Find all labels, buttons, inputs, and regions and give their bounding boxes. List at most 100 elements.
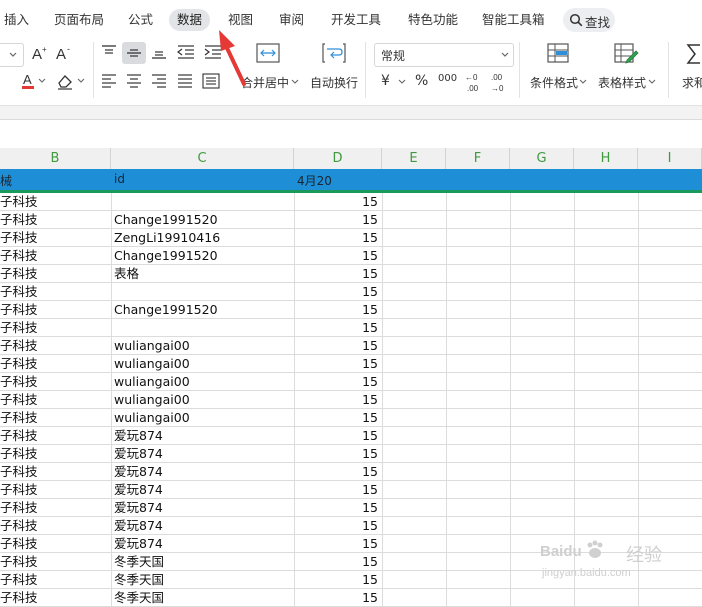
cell-d[interactable]: 15 (294, 265, 378, 282)
cell-d[interactable]: 15 (294, 337, 378, 354)
cell-d[interactable]: 15 (294, 499, 378, 516)
cell-d[interactable]: 15 (294, 481, 378, 498)
cell-d[interactable]: 15 (294, 301, 378, 318)
justify-icon[interactable] (176, 73, 194, 89)
cell-c[interactable]: wuliangai00 (114, 391, 292, 408)
decrease-font-icon[interactable]: A - (55, 44, 73, 62)
sum-icon[interactable] (686, 42, 702, 66)
cell-c[interactable]: Change1991520 (114, 211, 292, 228)
cell-c[interactable]: 冬季天国 (114, 589, 292, 606)
table-style-label[interactable]: 表格样式 (598, 74, 646, 91)
thousands-button[interactable]: 000 (438, 73, 457, 84)
header-cell-c[interactable]: id (114, 172, 125, 186)
cell-c[interactable] (114, 193, 292, 210)
cell-b[interactable]: 子科技 (0, 427, 108, 444)
conditional-format-icon[interactable] (546, 42, 570, 64)
cell-b[interactable]: 子科技 (0, 193, 108, 210)
cell-d[interactable]: 15 (294, 535, 378, 552)
cell-d[interactable]: 15 (294, 391, 378, 408)
cell-d[interactable]: 15 (294, 193, 378, 210)
currency-button[interactable]: ¥ (381, 73, 390, 89)
cell-b[interactable]: 子科技 (0, 355, 108, 372)
cell-c[interactable]: wuliangai00 (114, 355, 292, 372)
column-header-b[interactable]: B (0, 148, 111, 169)
cell-b[interactable]: 子科技 (0, 571, 108, 588)
align-left-icon[interactable] (100, 73, 118, 89)
cell-d[interactable]: 15 (294, 211, 378, 228)
header-cell-b[interactable]: 械 (0, 172, 12, 189)
cell-b[interactable]: 子科技 (0, 589, 108, 606)
tab-developer[interactable]: 开发工具 (331, 9, 381, 31)
cell-b[interactable]: 子科技 (0, 229, 108, 246)
header-cell-d[interactable]: 4月20 (297, 172, 332, 189)
tab-review[interactable]: 审阅 (279, 9, 304, 31)
cell-c[interactable]: 表格 (114, 265, 292, 282)
cell-b[interactable]: 子科技 (0, 535, 108, 552)
wrap-text-icon[interactable] (321, 42, 347, 64)
cell-d[interactable]: 15 (294, 445, 378, 462)
cell-c[interactable]: wuliangai00 (114, 337, 292, 354)
align-right-icon[interactable] (150, 73, 168, 89)
cell-c[interactable]: 爱玩874 (114, 517, 292, 534)
cell-c[interactable] (114, 319, 292, 336)
tab-special[interactable]: 特色功能 (408, 9, 458, 31)
indent-decrease-icon[interactable] (176, 44, 196, 60)
formula-bar[interactable] (0, 119, 702, 149)
cell-d[interactable]: 15 (294, 373, 378, 390)
cell-c[interactable]: ZengLi19910416 (114, 229, 292, 246)
wrap-text-label[interactable]: 自动换行 (310, 74, 358, 91)
cell-c[interactable]: 爱玩874 (114, 463, 292, 480)
tab-view[interactable]: 视图 (228, 9, 253, 31)
cell-c[interactable]: 冬季天国 (114, 571, 292, 588)
percent-button[interactable]: % (415, 73, 428, 89)
cell-b[interactable]: 子科技 (0, 373, 108, 390)
cell-c[interactable]: 爱玩874 (114, 535, 292, 552)
cell-b[interactable]: 子科技 (0, 319, 108, 336)
cell-d[interactable]: 15 (294, 355, 378, 372)
cell-b[interactable]: 子科技 (0, 553, 108, 570)
cell-c[interactable]: wuliangai00 (114, 409, 292, 426)
sum-label[interactable]: 求和 (682, 74, 702, 91)
cell-c[interactable]: wuliangai00 (114, 373, 292, 390)
merge-center-icon[interactable] (255, 42, 281, 64)
indent-increase-icon[interactable] (203, 44, 223, 60)
cell-c[interactable]: 冬季天国 (114, 553, 292, 570)
cell-c[interactable]: 爱玩874 (114, 445, 292, 462)
cell-d[interactable]: 15 (294, 463, 378, 480)
cell-d[interactable]: 15 (294, 553, 378, 570)
column-header-c[interactable]: C (111, 148, 294, 169)
align-bottom-icon[interactable] (150, 44, 168, 60)
font-color-icon[interactable]: A (20, 71, 48, 91)
cell-b[interactable]: 子科技 (0, 499, 108, 516)
conditional-format-label[interactable]: 条件格式 (530, 74, 578, 91)
cell-b[interactable]: 子科技 (0, 337, 108, 354)
tab-smart-toolbox[interactable]: 智能工具箱 (482, 9, 545, 31)
cell-d[interactable]: 15 (294, 571, 378, 588)
cell-d[interactable]: 15 (294, 427, 378, 444)
cell-b[interactable]: 子科技 (0, 265, 108, 282)
column-header-h[interactable]: H (574, 148, 638, 169)
table-style-icon[interactable] (613, 42, 639, 66)
align-middle-button[interactable] (122, 42, 146, 64)
column-header-f[interactable]: F (446, 148, 510, 169)
cell-d[interactable]: 15 (294, 409, 378, 426)
cell-b[interactable]: 子科技 (0, 301, 108, 318)
cell-c[interactable]: 爱玩874 (114, 427, 292, 444)
cell-c[interactable]: 爱玩874 (114, 481, 292, 498)
tab-page-layout[interactable]: 页面布局 (54, 9, 104, 31)
cell-c[interactable]: Change1991520 (114, 247, 292, 264)
column-header-e[interactable]: E (382, 148, 446, 169)
tab-formula[interactable]: 公式 (128, 9, 153, 31)
tab-data[interactable]: 数据 (169, 9, 211, 31)
cell-b[interactable]: 子科技 (0, 445, 108, 462)
number-format-select[interactable]: 常规 (374, 43, 514, 67)
tab-insert[interactable]: 插入 (4, 9, 29, 31)
cell-c[interactable]: 爱玩874 (114, 499, 292, 516)
column-header-d[interactable]: D (294, 148, 382, 169)
cell-c[interactable] (114, 283, 292, 300)
cell-b[interactable]: 子科技 (0, 211, 108, 228)
align-center-icon[interactable] (125, 73, 143, 89)
cell-d[interactable]: 15 (294, 247, 378, 264)
align-top-icon[interactable] (100, 44, 118, 60)
search-button[interactable]: 查找 (563, 8, 615, 32)
